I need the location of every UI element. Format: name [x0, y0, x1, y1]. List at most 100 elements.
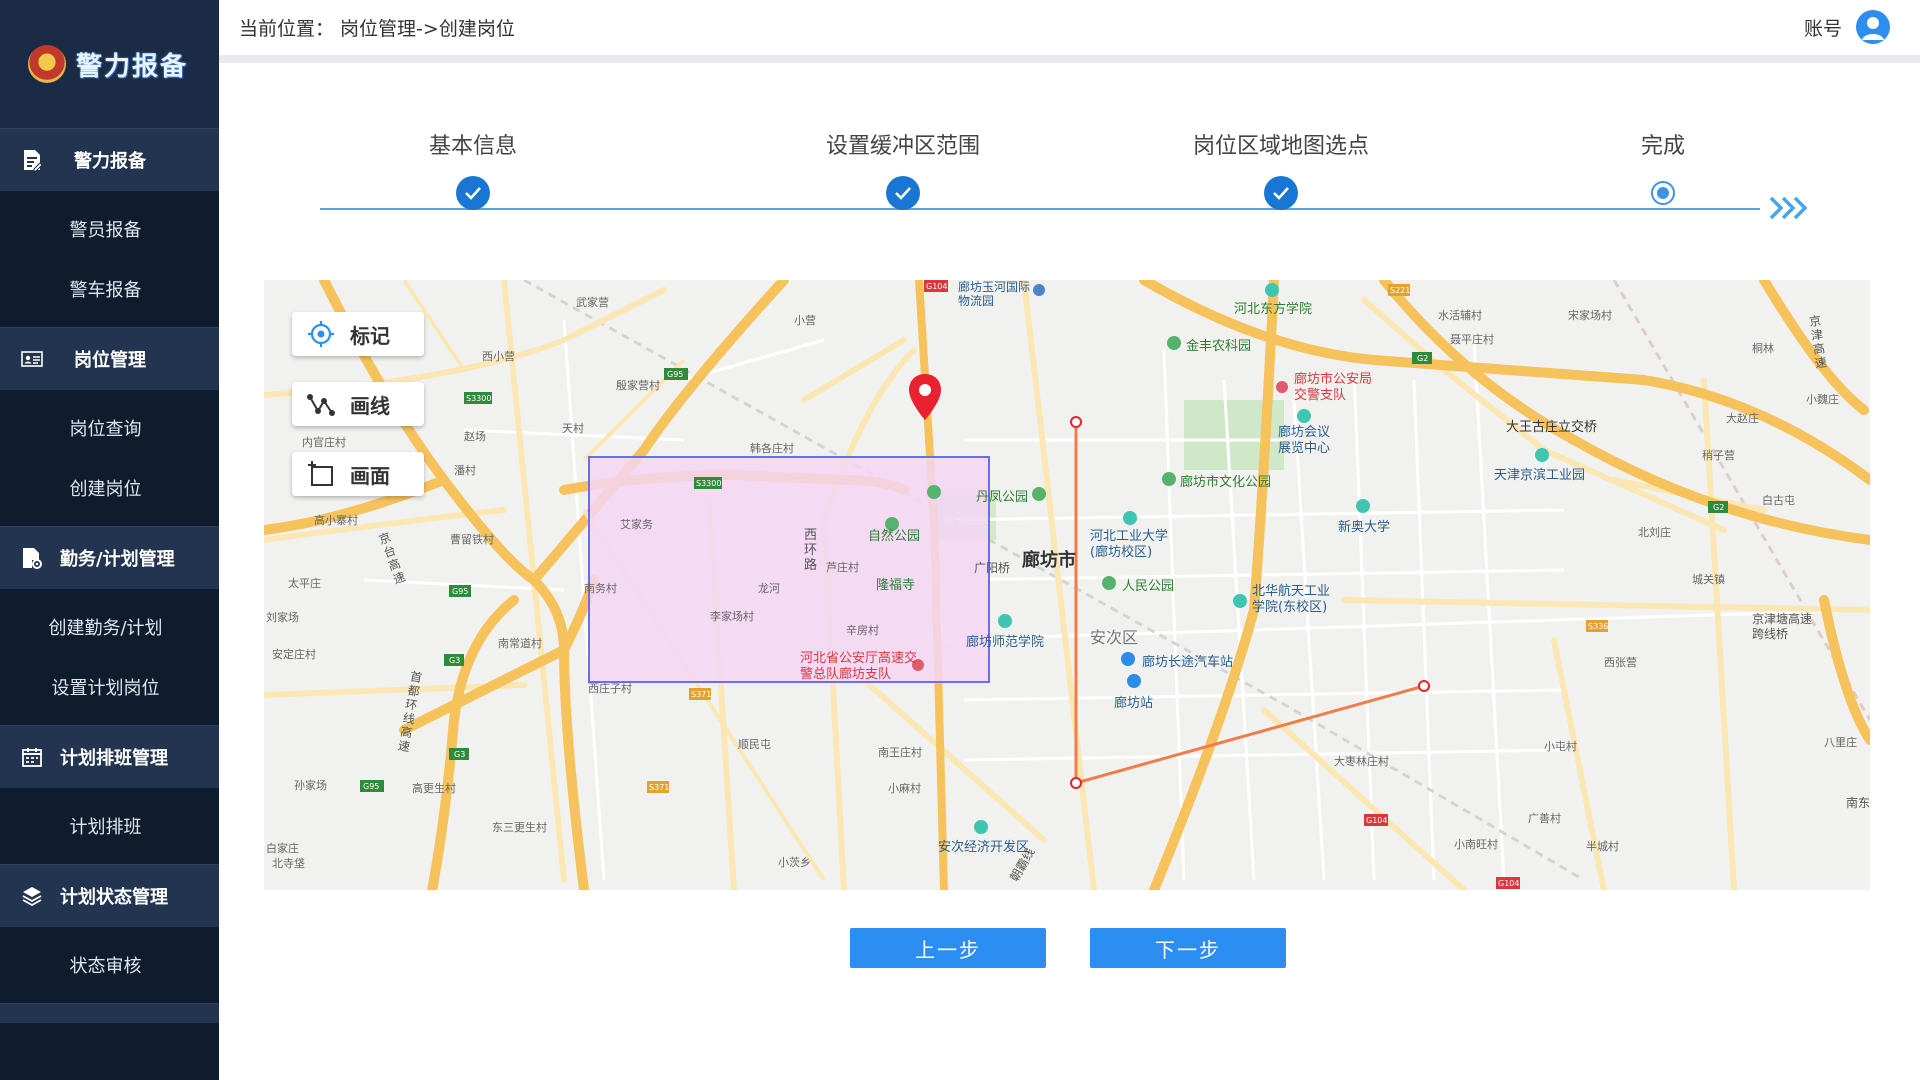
tool-area-button[interactable]: 画面	[292, 452, 424, 496]
map-label-poi: 廊坊玉河国际物流园	[958, 280, 1031, 308]
map-label-poi: 金丰农科园	[1186, 339, 1252, 354]
map-label-village: 大枣林庄村	[1334, 755, 1389, 768]
user-icon	[1862, 17, 1884, 40]
sidebar-group-label: 计划状态管理	[60, 887, 168, 908]
check-icon	[886, 176, 920, 210]
sidebar-footer-bar	[0, 1003, 219, 1023]
sidebar-group-post-management[interactable]: 岗位管理	[0, 327, 219, 390]
map-label-poi: 廊坊站	[1114, 696, 1154, 711]
sidebar-item-create-post[interactable]: 创建岗位	[0, 458, 219, 518]
sidebar-group-label: 警力报备	[74, 151, 146, 172]
map-label-village: 西张营	[1604, 656, 1637, 669]
step-indicator: 基本信息 设置缓冲区范围 岗位区域地图选点 完成	[320, 130, 1820, 230]
map-label-village: 高更生村	[412, 782, 456, 795]
sidebar-item-set-plan-post[interactable]: 设置计划岗位	[0, 657, 219, 717]
sidebar-item-officer-report[interactable]: 警员报备	[0, 199, 219, 259]
sidebar-group-police-report[interactable]: 警力报备	[0, 128, 219, 191]
map-label-place: 广阳桥	[974, 561, 1011, 575]
svg-text:G3: G3	[449, 656, 460, 665]
svg-text:G3: G3	[454, 750, 465, 759]
map-label-village: 太平庄	[288, 577, 321, 590]
sidebar-group-duty-plan[interactable]: 勤务/计划管理	[0, 526, 219, 589]
tool-line-button[interactable]: 画线	[292, 382, 424, 426]
map-label-village: 殷家营村	[616, 379, 660, 392]
file-edit-icon	[20, 148, 44, 172]
map-label-village: 潘村	[454, 464, 476, 477]
next-step-button[interactable]: 下一步	[1090, 928, 1286, 968]
svg-text:S3300: S3300	[696, 479, 721, 488]
top-bar: 当前位置： 岗位管理->创建岗位 账号	[219, 0, 1920, 55]
step-label: 完成	[1640, 134, 1685, 159]
map-label-village: 武家营	[576, 296, 609, 309]
chevrons-right-icon	[1768, 194, 1816, 226]
tool-mark-button[interactable]: 标记	[292, 312, 424, 356]
map-label-place: 南东	[1846, 796, 1870, 810]
map-label-poi: 廊坊市公安局交警支队	[1294, 372, 1373, 403]
prev-step-button[interactable]: 上一步	[850, 928, 1046, 968]
map-label-village: 李家场村	[710, 610, 754, 623]
svg-text:G95: G95	[363, 782, 379, 791]
sidebar-item-create-duty-plan[interactable]: 创建勤务/计划	[0, 597, 219, 657]
sidebar-group-label: 计划排班管理	[60, 748, 168, 769]
map-label-village: 白古屯	[1762, 494, 1795, 507]
map-base-layer: G95 S3300 S3300 G95 G3 G3 G95 G2 G2 G104…	[264, 280, 1870, 890]
sidebar-group-schedule[interactable]: 计划排班管理	[0, 725, 219, 788]
sidebar-sublist-post-management: 岗位查询 创建岗位	[0, 390, 219, 526]
map-label-poi: 廊坊师范学院	[966, 635, 1045, 650]
layers-icon	[20, 884, 44, 908]
avatar[interactable]	[1856, 10, 1890, 44]
header-divider	[219, 55, 1920, 63]
map-label-village: 南务村	[584, 582, 617, 595]
map-label-city: 廊坊市	[1022, 550, 1076, 571]
sidebar-group-label: 勤务/计划管理	[60, 549, 175, 570]
sidebar-item-plan-schedule[interactable]: 计划排班	[0, 796, 219, 856]
map-label-road: 京津塘高速跨线桥	[1752, 612, 1813, 641]
map-label-village: 高小寨村	[314, 514, 358, 527]
map-label-village: 宋家场村	[1568, 309, 1612, 322]
step-complete: 完成	[1543, 130, 1783, 205]
tool-line-label: 画线	[350, 393, 390, 418]
map-label-poi: 河北工业大学(廊坊校区)	[1090, 529, 1169, 560]
svg-text:G104: G104	[926, 282, 947, 291]
map-label-village: 八里庄	[1824, 736, 1857, 749]
map-label-village: 半城村	[1586, 840, 1619, 853]
map-label-poi: 北华航天工业学院(东校区)	[1252, 584, 1331, 615]
sidebar-item-post-query[interactable]: 岗位查询	[0, 398, 219, 458]
step-basic-info: 基本信息	[353, 130, 593, 210]
map-label-interchange: 大王古庄立交桥	[1506, 420, 1598, 435]
map-label-village: 刘家场	[266, 611, 299, 624]
map-canvas[interactable]: G95 S3300 S3300 G95 G3 G3 G95 G2 G2 G104…	[264, 280, 1870, 890]
sidebar-item-vehicle-report[interactable]: 警车报备	[0, 259, 219, 319]
svg-text:S371: S371	[649, 783, 669, 792]
sidebar-sublist-police-report: 警员报备 警车报备	[0, 191, 219, 327]
sidebar-item-status-review[interactable]: 状态审核	[0, 935, 219, 995]
map-label-district: 安次区	[1090, 628, 1139, 647]
svg-text:G2: G2	[1417, 354, 1428, 363]
svg-text:G104: G104	[1366, 816, 1387, 825]
account-menu[interactable]: 账号	[1804, 10, 1890, 44]
map-label-village: 孙家场	[294, 779, 327, 792]
account-label: 账号	[1803, 17, 1842, 40]
app-logo[interactable]: 警力报备	[0, 0, 219, 128]
sidebar-group-label: 岗位管理	[74, 350, 146, 371]
map-label-village: 水活辅村	[1438, 309, 1482, 322]
file-gear-icon	[20, 546, 44, 570]
map-label-poi: 河北东方学院	[1234, 302, 1313, 317]
step-label: 设置缓冲区范围	[825, 134, 980, 159]
svg-text:S3300: S3300	[466, 394, 491, 403]
map-label-village: 桐林	[1752, 342, 1774, 355]
map-label-village: 芦庄村	[826, 561, 859, 574]
tool-area-label: 画面	[350, 463, 390, 488]
map-label-village: 小营	[794, 314, 816, 327]
map-label-village: 曹留铁村	[450, 533, 494, 546]
map-label-poi: 新奥大学	[1338, 520, 1391, 535]
map-label-village: 南王庄村	[878, 746, 922, 759]
map-label-poi: 人民公园	[1122, 579, 1175, 594]
map-label-village: 北刘庄	[1638, 526, 1671, 539]
map-label-poi: 廊坊市文化公园	[1180, 475, 1272, 490]
map-label-village: 南常道村	[498, 637, 542, 650]
map-label-poi: 丹凤公园	[976, 490, 1029, 505]
map-label-poi: 安次经济开发区	[938, 840, 1030, 855]
sidebar-group-plan-status[interactable]: 计划状态管理	[0, 864, 219, 927]
map-pin-marker-icon[interactable]	[906, 372, 944, 426]
